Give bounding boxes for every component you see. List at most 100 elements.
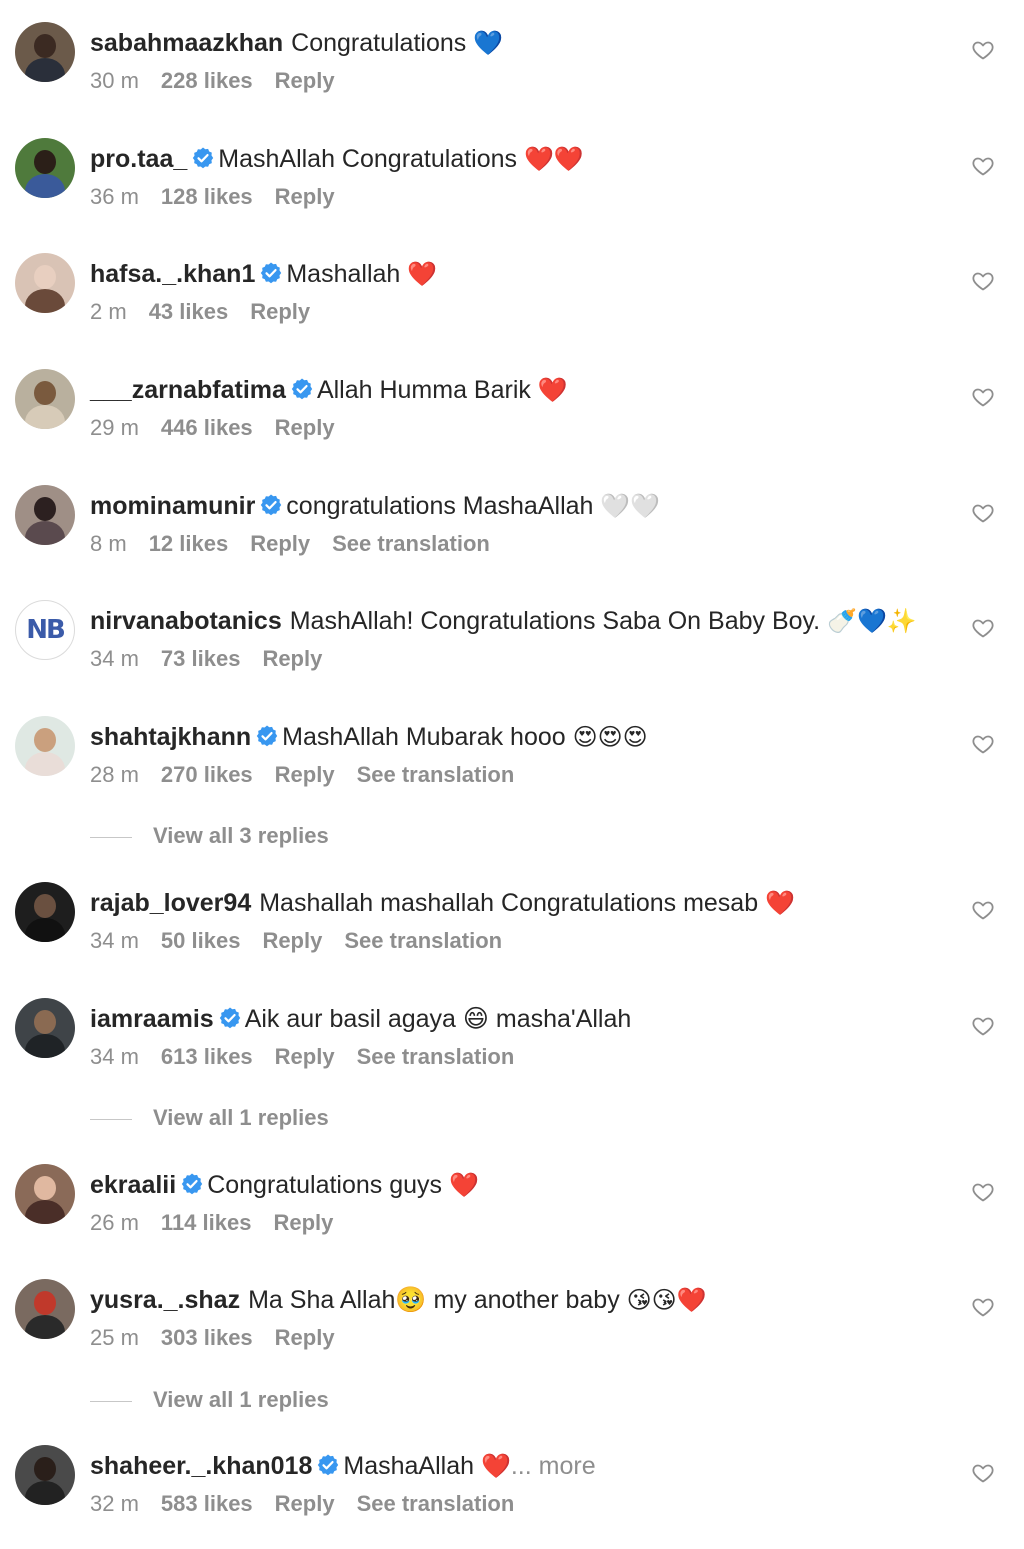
like-heart-icon[interactable] [971,269,995,293]
reply-button[interactable]: Reply [275,1491,335,1516]
like-heart-icon[interactable] [971,1461,995,1485]
comment-text: Aik aur basil agaya 😄 masha'Allah [244,1005,632,1033]
like-heart-icon[interactable] [971,385,995,409]
comment-username[interactable]: yusra._.shaz [90,1286,240,1314]
comment-line: ___zarnabfatima Allah Humma Barik ❤️ [90,373,568,407]
comment-row: NB nirvanabotanics MashAllah! Congratulati… [0,600,1024,704]
see-translation-button[interactable]: See translation [357,1044,515,1069]
comment-line: nirvanabotanics MashAllah! Congratulation… [90,604,917,638]
comment-username[interactable]: shahtajkhann [90,723,251,751]
replies-divider [90,1401,132,1402]
reply-button[interactable]: Reply [275,1325,335,1350]
comment-likes[interactable]: 303 likes [161,1325,253,1350]
comment-username[interactable]: pro.taa_ [90,145,187,173]
reply-button[interactable]: Reply [250,299,310,324]
see-translation-button[interactable]: See translation [344,928,502,953]
reply-button[interactable]: Reply [275,184,335,209]
comment-likes[interactable]: 583 likes [161,1491,253,1516]
comment-likes[interactable]: 50 likes [161,928,241,953]
comment-username[interactable]: sabahmaazkhan [90,29,283,57]
like-heart-icon[interactable] [971,732,995,756]
reply-button[interactable]: Reply [275,762,335,787]
comment-username[interactable]: ___zarnabfatima [90,376,286,404]
view-replies-button[interactable]: View all 1 replies [153,1387,329,1413]
comment-text: Mashallah mashallah Congratulations mesa… [259,889,759,917]
more-link[interactable]: ... more [511,1452,596,1480]
like-heart-icon[interactable] [971,616,995,640]
verified-badge-icon [193,147,214,169]
comment-username[interactable]: nirvanabotanics [90,607,282,635]
comment-username[interactable]: ekraalii [90,1171,176,1199]
view-replies-button[interactable]: View all 3 replies [153,823,329,849]
like-heart-icon[interactable] [971,501,995,525]
reply-button[interactable]: Reply [262,928,322,953]
comment-likes[interactable]: 128 likes [161,184,253,209]
comment-emoji: ❤️❤️ [524,145,584,173]
comment-emoji: 😘😘❤️ [626,1286,707,1314]
reply-button[interactable]: Reply [275,68,335,93]
view-replies-row: View all 3 replies [0,819,1024,859]
comment-username[interactable]: hafsa._.khan1 [90,260,255,288]
comment-username[interactable]: rajab_lover94 [90,889,251,917]
like-heart-icon[interactable] [971,1014,995,1038]
comment-line: hafsa._.khan1 Mashallah ❤️ [90,257,437,291]
comment-likes[interactable]: 73 likes [161,646,241,671]
like-heart-icon[interactable] [971,38,995,62]
comment-likes[interactable]: 43 likes [149,299,229,324]
see-translation-button[interactable]: See translation [357,1491,515,1516]
like-heart-icon[interactable] [971,898,995,922]
comment-likes[interactable]: 228 likes [161,68,253,93]
avatar[interactable]: NB [15,600,75,660]
comment-time: 28 m [90,762,139,787]
comment-likes[interactable]: 114 likes [161,1210,252,1235]
comment-meta: 25 m 303 likes Reply [90,1323,357,1353]
comment-likes[interactable]: 446 likes [161,415,253,440]
comment-likes[interactable]: 12 likes [149,531,229,556]
like-heart-icon[interactable] [971,1295,995,1319]
comment-meta: 34 m 73 likes Reply [90,644,344,674]
reply-button[interactable]: Reply [250,531,310,556]
comment-likes[interactable]: 270 likes [161,762,253,787]
comment-text: MashAllah! Congratulations Saba On Baby … [289,607,821,635]
comment-username[interactable]: shaheer._.khan018 [90,1452,312,1480]
comment-row: hafsa._.khan1 Mashallah ❤️ 2 m 43 likes Repl… [0,253,1024,357]
avatar[interactable] [15,1164,75,1224]
comment-row: yusra._.shaz Ma Sha Allah🥹 my another bab… [0,1279,1024,1383]
avatar[interactable] [15,1279,75,1339]
avatar[interactable] [15,716,75,776]
comment-meta: 26 m 114 likes Reply [90,1208,355,1238]
comment-row: mominamunir congratulations MashaAllah 🤍🤍… [0,485,1024,589]
comment-meta: 34 m 613 likes Reply See translation [90,1042,536,1072]
reply-button[interactable]: Reply [273,1210,333,1235]
avatar[interactable] [15,485,75,545]
comment-row: rajab_lover94 Mashallah mashallah Congrat… [0,882,1024,986]
see-translation-button[interactable]: See translation [357,762,515,787]
view-replies-button[interactable]: View all 1 replies [153,1105,329,1131]
replies-divider [90,837,132,838]
avatar[interactable] [15,22,75,82]
reply-button[interactable]: Reply [275,1044,335,1069]
reply-button[interactable]: Reply [262,646,322,671]
verified-badge-icon [318,1454,339,1476]
avatar[interactable] [15,882,75,942]
comment-time: 2 m [90,299,127,324]
avatar[interactable] [15,998,75,1058]
comment-time: 36 m [90,184,139,209]
avatar[interactable] [15,138,75,198]
comment-likes[interactable]: 613 likes [161,1044,253,1069]
like-heart-icon[interactable] [971,154,995,178]
comment-time: 34 m [90,1044,139,1069]
comment-username[interactable]: mominamunir [90,492,255,520]
avatar[interactable] [15,369,75,429]
comment-meta: 2 m 43 likes Reply [90,297,332,327]
verified-badge-icon [181,1173,203,1195]
comment-emoji: 😍😍😍 [572,723,648,751]
avatar[interactable] [15,1445,75,1505]
avatar[interactable] [15,253,75,313]
comment-emoji: ❤️ [449,1171,479,1199]
see-translation-button[interactable]: See translation [332,531,490,556]
comment-username[interactable]: iamraamis [90,1005,214,1033]
like-heart-icon[interactable] [971,1180,995,1204]
reply-button[interactable]: Reply [275,415,335,440]
comment-row: pro.taa_ MashAllah Congratulations ❤️❤️ 36… [0,138,1024,242]
